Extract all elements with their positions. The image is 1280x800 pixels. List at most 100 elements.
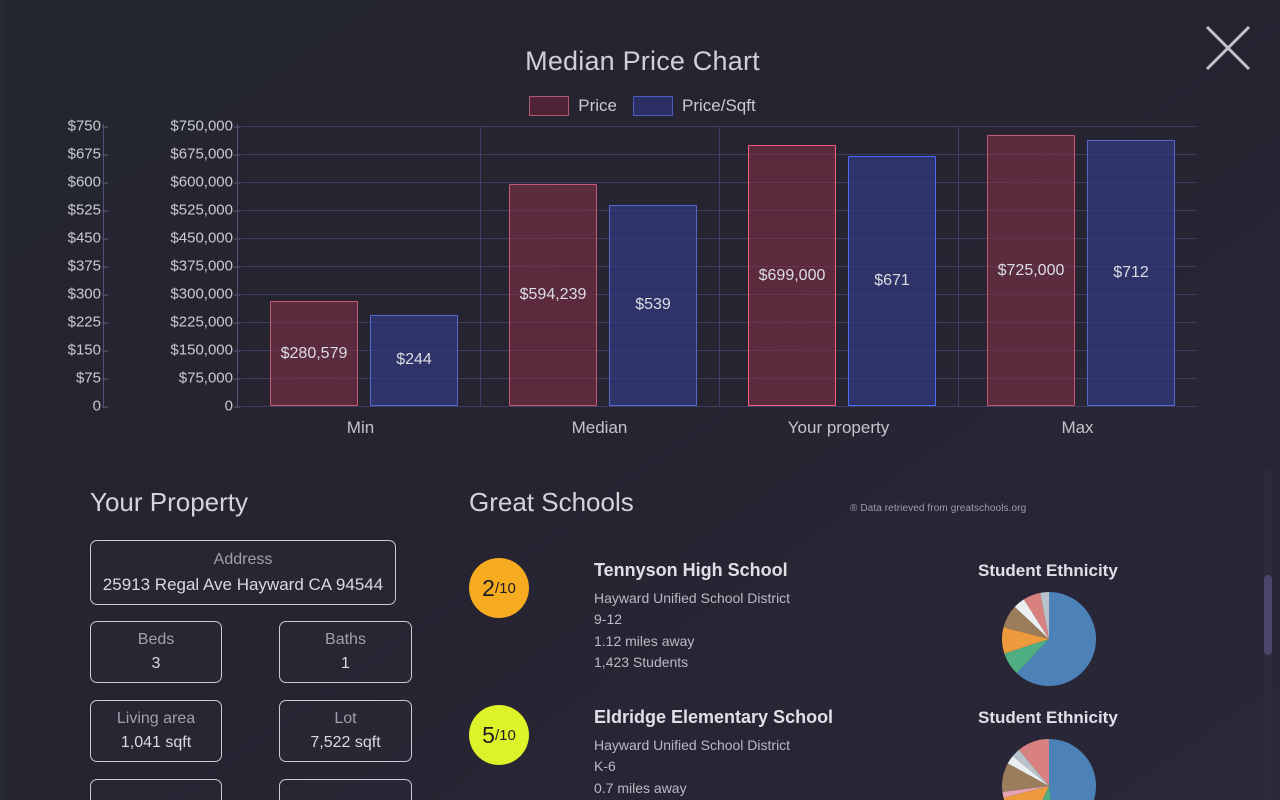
axis-price-tick: $150,000 — [170, 341, 240, 359]
gridline — [241, 406, 1197, 407]
student-ethnicity-pie-chart — [1002, 592, 1097, 691]
school-score-denominator: /10 — [494, 579, 516, 597]
median-price-chart: $750 $675 $600 $525 $450 $375 $300 $225 $150 $75 0… — [5, 118, 1280, 438]
bar-value-label: $280,579 — [280, 344, 348, 362]
bar-group: $280,579 $244 Min — [241, 126, 480, 437]
median-price-modal: Median Price Chart Price Price/Sqft $750 $… — [5, 0, 1280, 800]
school-distance: 0.7 miles away — [594, 779, 687, 796]
axis-price-tick: $750,000 — [170, 117, 240, 135]
axis-price-tick: $75,000 — [178, 369, 241, 387]
axis-sqft-tick: $75 — [75, 369, 109, 387]
bar-group: $594,239 $539 Median — [480, 126, 719, 437]
legend-label: Price — [578, 96, 618, 115]
pie-slice — [1049, 739, 1097, 800]
legend-swatch-sqft — [633, 96, 674, 116]
axis-price-tick: $225,000 — [170, 313, 240, 331]
bar-sqft[interactable]: $539 — [609, 204, 697, 406]
bar-value-label: $539 — [635, 296, 671, 314]
axis-sqft-tick: $300 — [67, 285, 109, 303]
school-info[interactable]: Tennyson High School Hayward Unified Scho… — [594, 560, 790, 673]
property-card-value: 25913 Regal Ave Hayward CA 94544 — [102, 574, 384, 594]
axis-sqft-tick: $450 — [67, 229, 109, 247]
bar-price[interactable]: $594,239 — [509, 184, 597, 406]
schools-section-title: Great Schools — [469, 487, 634, 517]
axis-sqft-tick: $375 — [67, 257, 109, 275]
legend-item-price-sqft[interactable]: Price/Sqft — [633, 96, 756, 116]
category-label: Min — [346, 418, 375, 437]
axis-price-tick: $450,000 — [170, 229, 240, 247]
school-score-badge[interactable]: 5/10 — [469, 705, 529, 765]
school-name: Eldridge Elementary School — [594, 707, 834, 727]
school-distance: 1.12 miles away — [594, 632, 695, 649]
axis-price-tick: 0 — [224, 397, 241, 415]
property-card-lot[interactable]: Lot 7,522 sqft — [279, 700, 412, 762]
bar-sqft[interactable]: $671 — [848, 155, 936, 406]
schools-scrollbar[interactable] — [1264, 470, 1272, 800]
bar-sqft[interactable]: $244 — [370, 314, 458, 406]
school-district: Hayward Unified School District — [594, 590, 791, 606]
student-ethnicity-title: Student Ethnicity — [978, 708, 1118, 727]
student-ethnicity-title: Student Ethnicity — [978, 561, 1118, 580]
bar-value-label: $594,239 — [519, 286, 587, 304]
student-ethnicity-pie-chart — [1001, 739, 1097, 800]
axis-line-sqft — [103, 124, 104, 408]
axis-price-tick: $525,000 — [170, 201, 240, 219]
property-card-label: Address — [213, 550, 273, 568]
axis-sqft-tick: $150 — [67, 341, 109, 359]
school-score-denominator: /10 — [494, 726, 516, 744]
bar-price[interactable]: $699,000 — [748, 145, 836, 406]
scrollbar-thumb[interactable] — [1264, 575, 1272, 655]
property-card-last-time-sold[interactable]: Last time sold — [279, 779, 412, 800]
axis-sqft-tick: $600 — [67, 173, 109, 191]
property-card-label: Beds — [137, 631, 175, 648]
school-grades: 9-12 — [594, 611, 623, 628]
page-title: Median Price Chart — [525, 46, 760, 76]
school-grades: K-6 — [594, 758, 616, 775]
school-students: 1,423 Students — [594, 653, 689, 670]
school-score-value: 5 — [482, 721, 495, 748]
property-card-value: 1 — [341, 655, 350, 672]
legend-item-price[interactable]: Price — [529, 96, 617, 116]
property-card-days-on-zillow[interactable]: Days on Zillow — [90, 779, 222, 800]
property-card-label: Baths — [325, 631, 366, 648]
school-score-badge[interactable]: 2/10 — [469, 558, 529, 618]
bar-sqft[interactable]: $712 — [1087, 140, 1175, 406]
school-info[interactable]: Eldridge Elementary School Hayward Unifie… — [594, 707, 833, 799]
bar-value-label: $699,000 — [758, 266, 826, 284]
school-name: Tennyson High School — [594, 560, 788, 580]
axis-price-tick: $300,000 — [170, 285, 240, 303]
axis-price-tick: $375,000 — [170, 257, 240, 275]
bar-price[interactable]: $725,000 — [987, 135, 1075, 406]
school-district: Hayward Unified School District — [594, 737, 791, 753]
category-label: Your property — [787, 418, 890, 437]
property-card-value: 1,041 sqft — [120, 734, 192, 751]
bar-group: $725,000 $712 Max — [958, 126, 1197, 437]
category-label: Median — [571, 418, 628, 437]
bar-group: $699,000 $671 Your property — [719, 126, 958, 437]
property-card-label: Living area — [116, 710, 196, 727]
axis-sqft-tick: $525 — [67, 201, 109, 219]
bar-price[interactable]: $280,579 — [270, 301, 358, 406]
property-card-beds[interactable]: Beds 3 — [90, 621, 222, 683]
bar-value-label: $712 — [1113, 264, 1149, 282]
property-card-living-area[interactable]: Living area 1,041 sqft — [90, 700, 222, 762]
axis-line-price — [237, 124, 238, 408]
property-section-title: Your Property — [90, 487, 249, 517]
property-card-value: 3 — [151, 655, 161, 672]
axis-sqft-tick: $750 — [67, 117, 109, 135]
category-label: Max — [1061, 418, 1094, 437]
bar-value-label: $725,000 — [997, 261, 1065, 279]
legend-swatch-price — [529, 96, 570, 116]
property-card-address[interactable]: Address 25913 Regal Ave Hayward CA 94544 — [90, 540, 396, 605]
schools-attribution: ® Data retrieved from greatschools.org — [850, 503, 1027, 514]
axis-sqft-tick: 0 — [92, 397, 109, 415]
property-card-value: 7,522 sqft — [310, 734, 381, 751]
chart-plot-area: $280,579 $244 Min $594,239 $539 Median $699,00… — [241, 126, 1197, 437]
school-score-value: 2 — [482, 574, 495, 601]
axis-price-tick: $600,000 — [170, 173, 240, 191]
legend-label: Price/Sqft — [682, 96, 756, 115]
axis-sqft-tick: $225 — [67, 313, 109, 331]
app-root: Median Price Chart Price Price/Sqft $750 $… — [0, 0, 1280, 800]
property-card-baths[interactable]: Baths 1 — [279, 621, 412, 683]
bar-value-label: $671 — [874, 271, 910, 289]
